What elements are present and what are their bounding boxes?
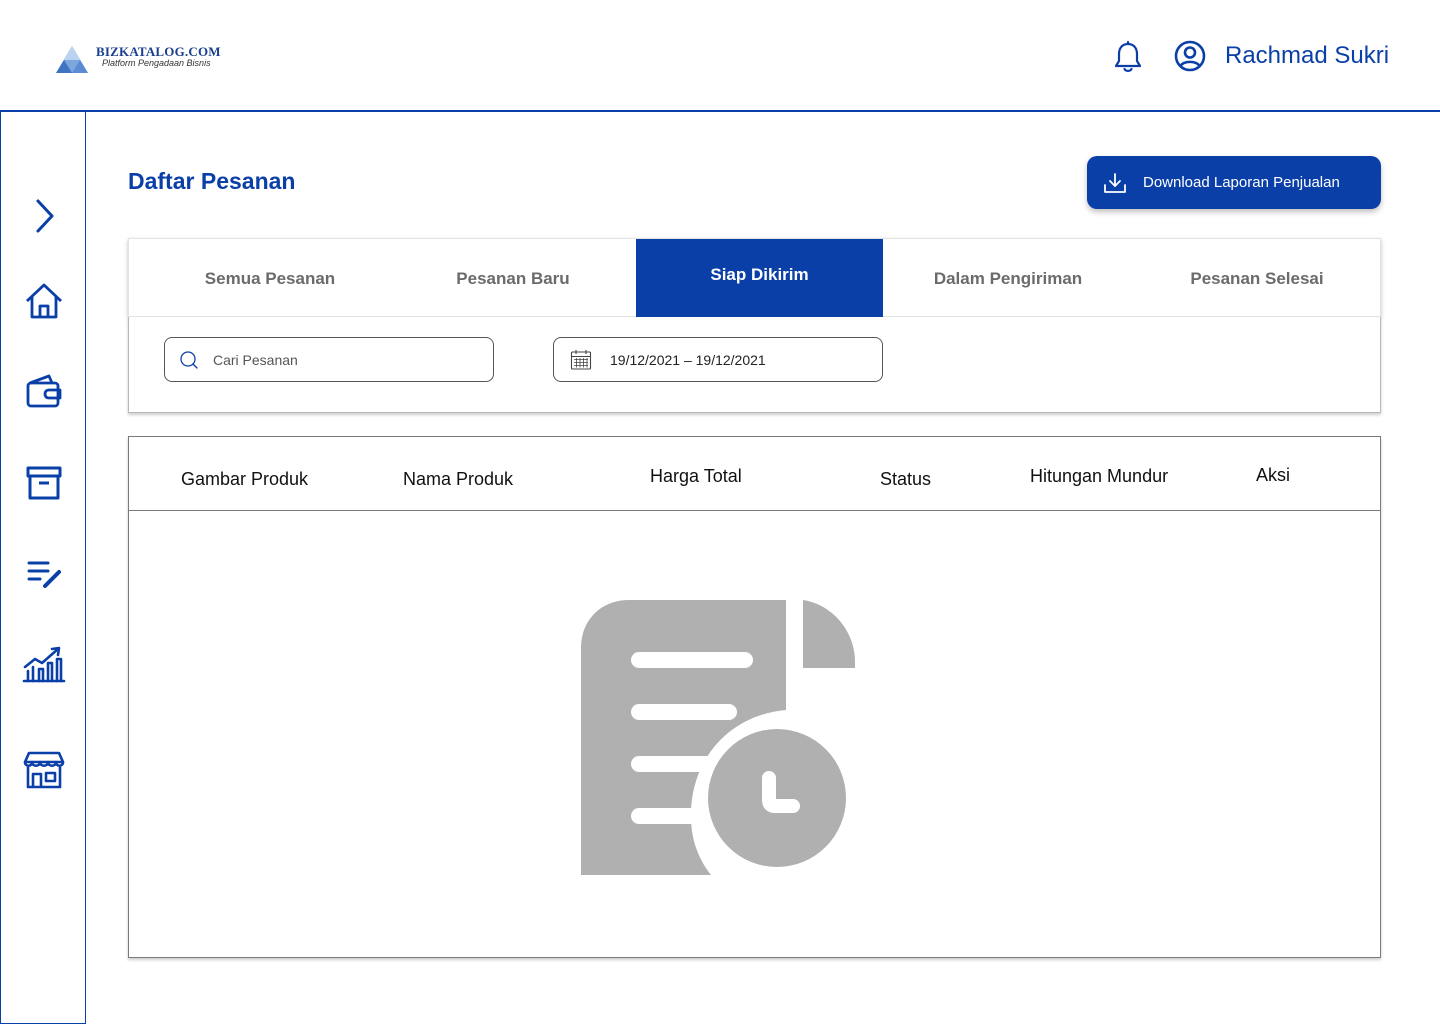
document-clock-icon — [581, 600, 855, 875]
download-icon — [1103, 172, 1127, 194]
column-header-gambar-produk: Gambar Produk — [181, 469, 309, 489]
tab-pesanan-selesai[interactable]: Pesanan Selesai — [1133, 239, 1381, 318]
sidebar-item-store[interactable] — [1, 750, 87, 790]
table-header: Gambar Produk Nama Produk Harga Total St… — [129, 437, 1380, 511]
sidebar-item-orders[interactable] — [1, 559, 87, 589]
search-icon — [179, 350, 199, 370]
sidebar-item-archive[interactable] — [1, 465, 87, 501]
orders-table: Gambar Produk Nama Produk Harga Total St… — [128, 436, 1381, 958]
sidebar-item-analytics[interactable] — [1, 645, 87, 685]
page-title: Daftar Pesanan — [128, 168, 296, 194]
column-header-hitungan-mundur: Hitungan Mundur — [1030, 466, 1169, 486]
logo[interactable]: BIZKATALOG.COM Platform Pengadaan Bisnis — [54, 42, 224, 76]
wallet-icon — [26, 374, 62, 408]
column-header-harga-total: Harga Total — [650, 466, 742, 486]
download-report-label: Download Laporan Penjualan — [1143, 174, 1340, 191]
tab-semua-pesanan[interactable]: Semua Pesanan — [129, 239, 411, 318]
tab-siap-dikirim[interactable]: Siap Dikirim — [636, 239, 883, 318]
date-range-picker[interactable]: 19/12/2021 – 19/12/2021 — [553, 337, 883, 382]
edit-list-icon — [27, 561, 61, 588]
download-report-button[interactable]: Download Laporan Penjualan — [1087, 156, 1381, 209]
filter-panel: 19/12/2021 – 19/12/2021 — [128, 317, 1381, 413]
sidebar — [0, 111, 86, 1024]
user-name[interactable]: Rachmad Sukri — [1225, 42, 1389, 70]
search-input[interactable] — [213, 351, 463, 368]
chevron-right-icon — [36, 199, 54, 233]
archive-icon — [26, 466, 62, 500]
user-avatar-icon[interactable] — [1173, 39, 1207, 73]
bell-icon[interactable] — [1112, 40, 1144, 74]
logo-subtitle: Platform Pengadaan Bisnis — [102, 58, 211, 68]
logo-mark-icon — [56, 46, 88, 73]
sidebar-item-wallet[interactable] — [1, 373, 87, 409]
calendar-icon — [570, 349, 592, 371]
sidebar-item-home[interactable] — [1, 282, 87, 320]
column-header-nama-produk: Nama Produk — [403, 469, 514, 489]
top-bar: BIZKATALOG.COM Platform Pengadaan Bisnis… — [0, 0, 1440, 112]
tab-dalam-pengiriman[interactable]: Dalam Pengiriman — [883, 239, 1133, 318]
chart-icon — [22, 646, 66, 683]
column-header-status: Status — [880, 469, 932, 489]
column-header-aksi: Aksi — [1256, 465, 1291, 485]
date-range-value: 19/12/2021 – 19/12/2021 — [610, 351, 766, 368]
order-status-tabs: Semua Pesanan Pesanan Baru Siap Dikirim … — [128, 238, 1381, 318]
search-field[interactable] — [164, 337, 494, 382]
store-icon — [23, 751, 65, 789]
home-icon — [26, 283, 62, 319]
tab-pesanan-baru[interactable]: Pesanan Baru — [389, 239, 637, 318]
sidebar-expand-button[interactable] — [1, 198, 87, 234]
